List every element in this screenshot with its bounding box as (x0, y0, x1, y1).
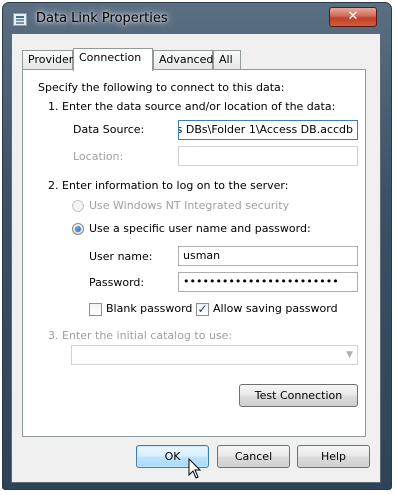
allow-saving-checkbox[interactable]: ✓ (196, 303, 209, 316)
tab-all[interactable]: All (213, 50, 241, 69)
close-button[interactable]: ✕ (329, 7, 377, 27)
blank-password-label: Blank password (106, 302, 193, 315)
specific-user-label: Use a specific user name and password: (89, 222, 311, 235)
data-source-input[interactable]: ess DBs\Folder 1\Access DB.accdb (178, 120, 358, 140)
nt-security-label: Use Windows NT Integrated security (89, 199, 290, 212)
data-source-value: ess DBs\Folder 1\Access DB.accdb (178, 123, 353, 136)
tab-advanced[interactable]: Advanced (153, 50, 213, 69)
intro-text: Specify the following to connect to this… (38, 81, 285, 94)
dialog-body: Provider Connection Advanced All Specify… (11, 33, 381, 483)
close-icon: ✕ (347, 9, 359, 24)
catalog-dropdown[interactable]: ▼ (71, 345, 358, 365)
allow-saving-label: Allow saving password (213, 302, 338, 315)
username-label: User name: (89, 250, 153, 263)
chevron-down-icon: ▼ (346, 350, 353, 360)
password-input[interactable]: •••••••••••••••••••••••• (178, 272, 358, 292)
data-source-label: Data Source: (73, 123, 145, 136)
username-input[interactable]: usman (178, 246, 358, 266)
window-title: Data Link Properties (36, 11, 168, 26)
radio-specific-user[interactable] (72, 223, 84, 235)
tab-provider[interactable]: Provider (22, 50, 73, 69)
location-label: Location: (73, 150, 124, 163)
radio-nt-security[interactable] (72, 200, 84, 212)
location-input[interactable] (178, 146, 358, 166)
dialog-window: Data Link Properties ✕ Provider Connecti… (2, 2, 392, 490)
step2-heading: 2. Enter information to log on to the se… (48, 179, 289, 192)
connection-panel: Specify the following to connect to this… (22, 69, 366, 437)
test-connection-button[interactable]: Test Connection (239, 384, 358, 407)
cancel-button[interactable]: Cancel (217, 445, 290, 468)
data-link-icon (13, 13, 27, 26)
tab-connection[interactable]: Connection (73, 48, 153, 71)
blank-password-checkbox[interactable] (89, 303, 102, 316)
step3-heading: 3. Enter the initial catalog to use: (48, 329, 233, 342)
mouse-cursor-icon (188, 458, 202, 479)
help-button[interactable]: Help (297, 445, 370, 468)
title-bar[interactable]: Data Link Properties ✕ (3, 3, 391, 33)
step1-heading: 1. Enter the data source and/or location… (48, 100, 336, 113)
password-label: Password: (89, 276, 145, 289)
check-icon: ✓ (197, 302, 208, 316)
